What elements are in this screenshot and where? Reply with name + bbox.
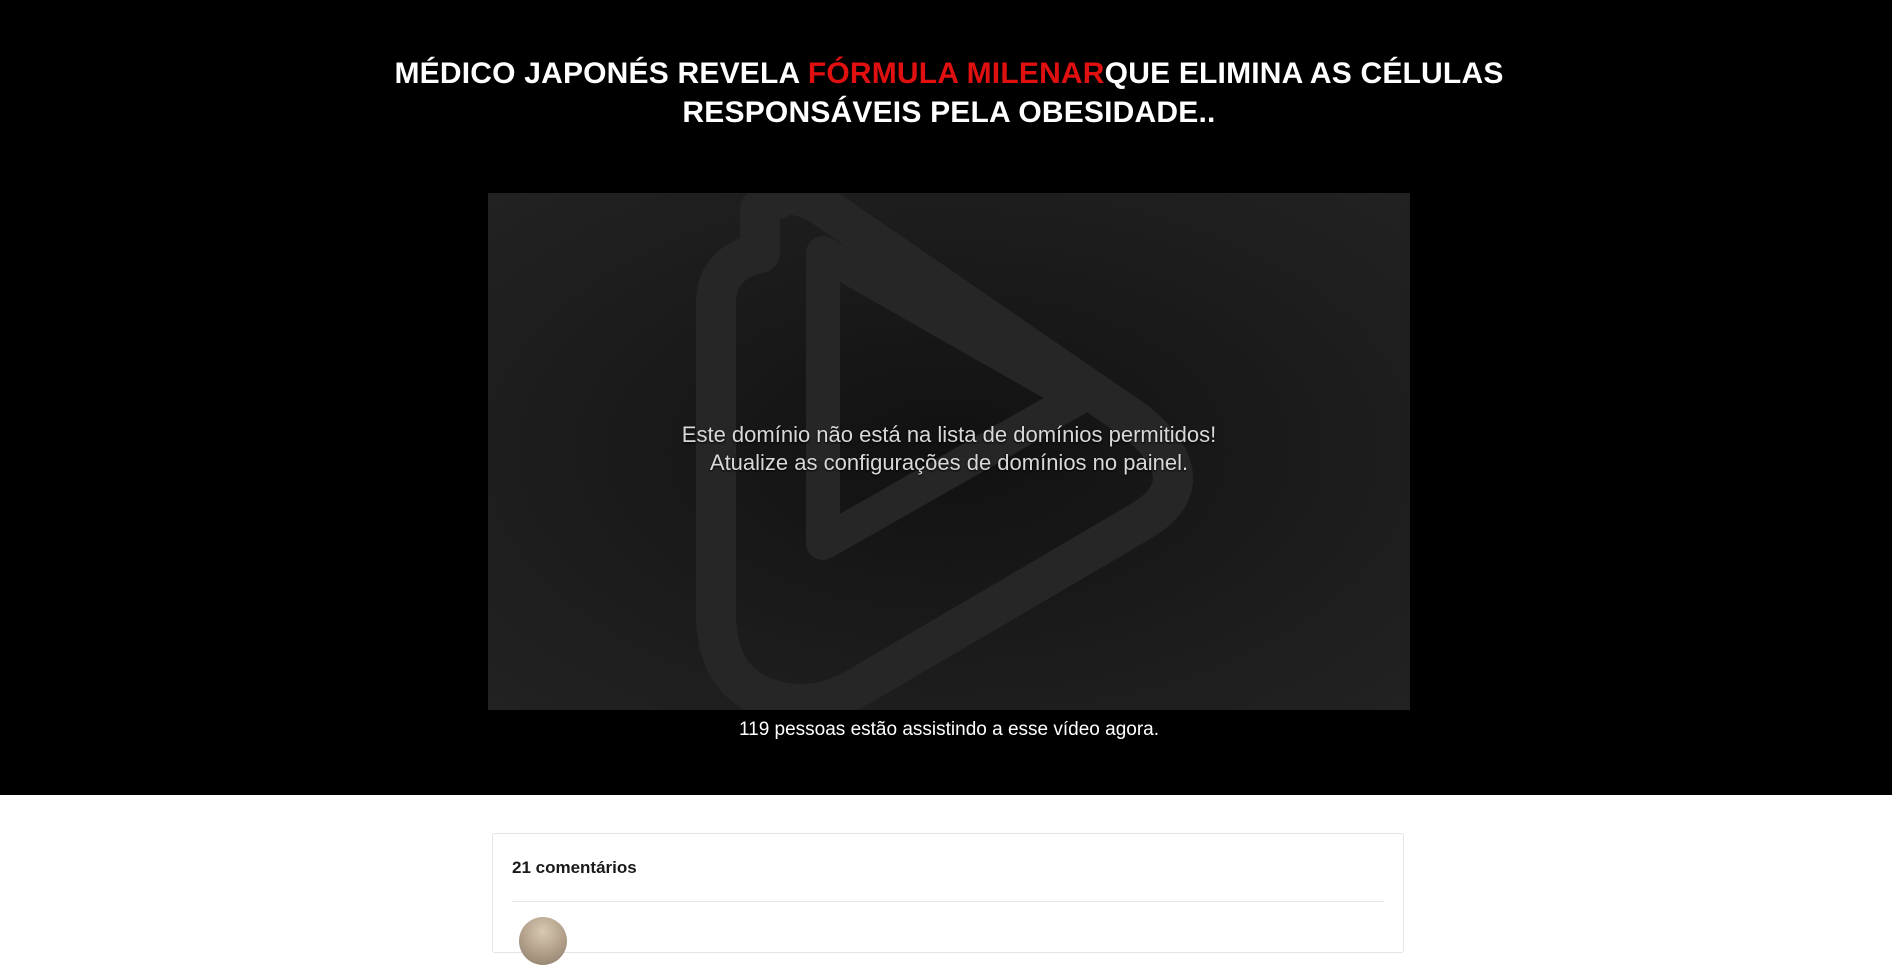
headline-part1: MÉDICO JAPONÉS REVELA — [394, 57, 808, 90]
player-error-message: Este domínio não está na lista de domíni… — [488, 421, 1410, 477]
viewer-count-text: 119 pessoas estão assistindo a esse víde… — [738, 719, 1160, 740]
comments-box: 21 comentários — [492, 833, 1404, 965]
hero-section: MÉDICO JAPONÉS REVELA FÓRMULA MILENARQUE… — [0, 0, 1892, 795]
comments-count: 21 comentários — [512, 858, 637, 877]
headline-accent: FÓRMULA MILENAR — [807, 57, 1105, 90]
avatar[interactable] — [519, 917, 567, 965]
player-error-line1: Este domínio não está na lista de domíni… — [681, 422, 1217, 447]
comments-divider — [512, 901, 1384, 902]
player-error-line2: Atualize as configurações de domínios no… — [709, 450, 1189, 475]
video-player[interactable]: Este domínio não está na lista de domíni… — [488, 193, 1410, 710]
page-headline: MÉDICO JAPONÉS REVELA FÓRMULA MILENARQUE… — [360, 54, 1538, 132]
